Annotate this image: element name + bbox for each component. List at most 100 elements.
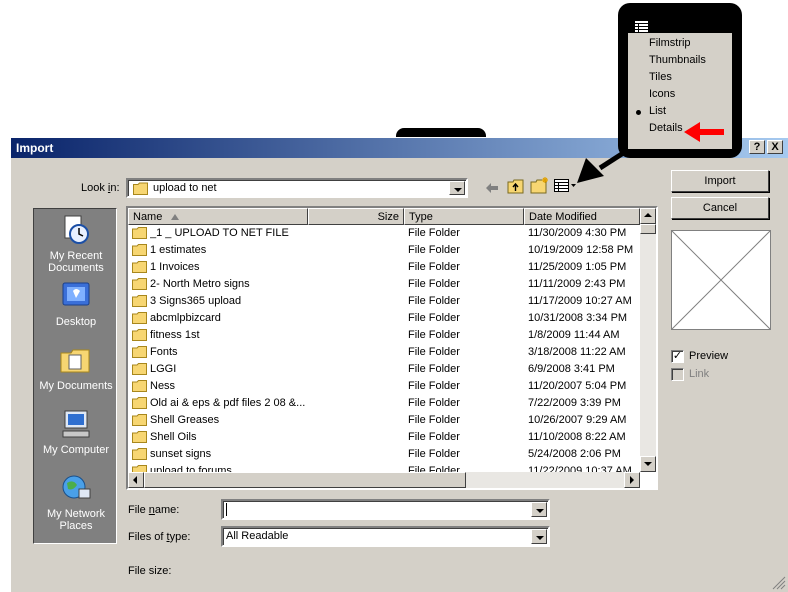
folder-icon (132, 295, 147, 307)
column-header-name[interactable]: Name (128, 208, 308, 225)
my-computer-icon (62, 410, 90, 438)
view-menu-item-icons[interactable]: Icons (628, 86, 732, 103)
view-menu-icon[interactable] (634, 20, 660, 34)
place-label: My Recent Documents (48, 250, 104, 274)
file-name-cell: 2- North Metro signs (150, 278, 250, 290)
file-row[interactable]: 1 Invoices File Folder 11/25/2009 1:05 PM (128, 259, 640, 276)
place-my-computer[interactable]: My Computer (34, 409, 118, 456)
help-button[interactable]: ? (749, 140, 765, 154)
file-name-cell: fitness 1st (150, 329, 200, 341)
resize-grip[interactable] (772, 576, 786, 590)
file-row[interactable]: 2- North Metro signs File Folder 11/11/200… (128, 276, 640, 293)
import-button[interactable]: Import (671, 170, 769, 192)
file-modified-cell: 7/22/2009 3:39 PM (528, 397, 621, 409)
file-type-cell: File Folder (408, 312, 460, 324)
view-menu-item-list[interactable]: List (628, 103, 732, 120)
file-modified-cell: 11/17/2009 10:27 AM (528, 295, 632, 307)
file-row[interactable]: 3 Signs365 upload File Folder 11/17/2009 1… (128, 293, 640, 310)
place-label: My Network Places (46, 508, 106, 532)
link-label: Link (689, 368, 710, 380)
up-one-level-icon[interactable] (507, 178, 525, 194)
folder-icon (132, 244, 147, 256)
column-header-date-modified[interactable]: Date Modified (524, 208, 640, 225)
close-button[interactable]: X (767, 140, 783, 154)
column-header-size[interactable]: Size (308, 208, 404, 225)
file-modified-cell: 5/24/2008 2:06 PM (528, 448, 621, 460)
file-row[interactable]: abcmlpbizcard File Folder 10/31/2008 3:34 … (128, 310, 640, 327)
view-menu-icon[interactable] (554, 179, 578, 193)
file-name-cell: 1 Invoices (150, 261, 200, 273)
file-name-cell: _1 _ UPLOAD TO NET FILE (150, 227, 289, 239)
preview-checkbox[interactable]: ✓ (671, 350, 684, 363)
file-modified-cell: 3/18/2008 11:22 AM (528, 346, 626, 358)
my-documents-icon (60, 349, 90, 373)
view-menu-item-thumbnails[interactable]: Thumbnails (628, 52, 732, 69)
file-name-dropdown-button[interactable] (531, 502, 547, 517)
view-menu-item-details[interactable]: Details (628, 120, 732, 137)
place-my-documents[interactable]: My Documents (34, 345, 118, 392)
place-network-places[interactable]: My Network Places (34, 473, 118, 532)
folder-icon (132, 261, 147, 273)
file-type-cell: File Folder (408, 363, 460, 375)
view-menu-item-filmstrip[interactable]: Filmstrip (628, 35, 732, 52)
file-row[interactable]: sunset signs File Folder 5/24/2008 2:06 PM (128, 446, 640, 463)
file-modified-cell: 10/26/2007 9:29 AM (528, 414, 627, 426)
folder-icon (133, 182, 148, 195)
cancel-button[interactable]: Cancel (671, 197, 769, 219)
file-row[interactable]: fitness 1st File Folder 1/8/2009 11:44 AM (128, 327, 640, 344)
column-header-type[interactable]: Type (404, 208, 524, 225)
scroll-right-button[interactable] (624, 472, 640, 488)
look-in-dropdown-button[interactable] (449, 181, 465, 195)
file-list-header: Name Size Type Date Modified (128, 208, 640, 225)
horizontal-scroll-thumb[interactable] (144, 472, 466, 488)
horizontal-scrollbar[interactable] (128, 472, 640, 488)
folder-icon (132, 448, 147, 460)
folder-icon (132, 346, 147, 358)
folder-icon (132, 397, 147, 409)
file-type-cell: File Folder (408, 346, 460, 358)
scroll-up-button[interactable] (640, 208, 656, 224)
back-arrow-icon[interactable] (485, 182, 499, 194)
files-of-type-dropdown-button[interactable] (531, 529, 547, 544)
file-row[interactable]: _1 _ UPLOAD TO NET FILE File Folder 11/30/… (128, 225, 640, 242)
file-type-cell: File Folder (408, 227, 460, 239)
file-type-cell: File Folder (408, 261, 460, 273)
file-modified-cell: 10/19/2009 12:58 PM (528, 244, 634, 256)
place-desktop[interactable]: Desktop (34, 281, 118, 328)
scroll-left-button[interactable] (128, 472, 144, 488)
file-row[interactable]: LGGI File Folder 6/9/2008 3:41 PM (128, 361, 640, 378)
files-of-type-combobox[interactable]: All Readable (221, 526, 550, 547)
file-list[interactable]: Name Size Type Date Modified _1 _ UPLOAD… (126, 206, 658, 490)
vertical-scroll-thumb[interactable] (640, 224, 656, 234)
place-recent-documents[interactable]: My Recent Documents (34, 215, 118, 274)
file-modified-cell: 11/20/2007 5:04 PM (528, 380, 627, 392)
folder-icon (132, 227, 147, 239)
folder-icon (132, 329, 147, 341)
file-row[interactable]: 1 estimates File Folder 10/19/2009 12:58 P… (128, 242, 640, 259)
sort-ascending-icon (171, 214, 179, 220)
file-name-cell: 3 Signs365 upload (150, 295, 242, 307)
folder-icon (132, 363, 147, 375)
dialog-title: Import (16, 141, 54, 155)
file-row[interactable]: Old ai & eps & pdf files 2 08 &... File F… (128, 395, 640, 412)
file-row[interactable]: Fonts File Folder 3/18/2008 11:22 AM (128, 344, 640, 361)
create-new-folder-icon[interactable] (530, 176, 550, 194)
view-menu-item-tiles[interactable]: Tiles (628, 69, 732, 86)
file-name-cell: Old ai & eps & pdf files 2 08 &... (150, 397, 306, 409)
file-name-combobox[interactable] (221, 499, 550, 520)
place-label: My Computer (42, 444, 110, 456)
file-row[interactable]: Shell Oils File Folder 11/10/2008 8:22 AM (128, 429, 640, 446)
look-in-combobox[interactable]: upload to net (126, 178, 468, 198)
folder-icon (132, 312, 147, 324)
file-name-cell: Shell Greases (150, 414, 220, 426)
file-name-cell: abcmlpbizcard (150, 312, 221, 324)
file-name-cell: Fonts (150, 346, 178, 358)
file-type-cell: File Folder (408, 244, 460, 256)
link-checkbox (671, 368, 684, 381)
file-row[interactable]: Shell Greases File Folder 10/26/2007 9:29 … (128, 412, 640, 429)
vertical-scrollbar[interactable] (640, 208, 656, 472)
scroll-down-button[interactable] (640, 456, 656, 472)
file-type-cell: File Folder (408, 414, 460, 426)
file-row[interactable]: Ness File Folder 11/20/2007 5:04 PM (128, 378, 640, 395)
look-in-label: Look in: (81, 182, 120, 194)
